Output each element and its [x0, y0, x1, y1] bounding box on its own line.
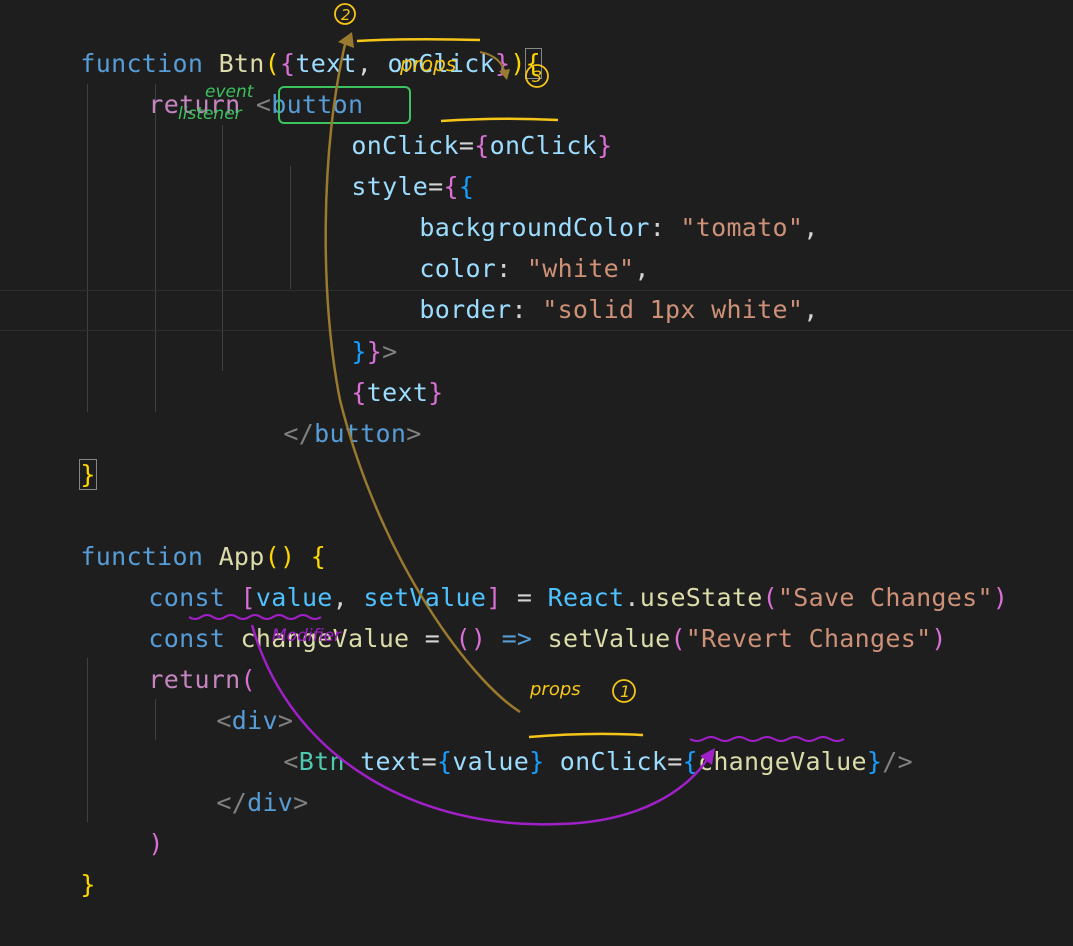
step-2-label: 2: [341, 6, 351, 24]
arrow-props-head: [338, 32, 354, 48]
arrow-props-short-head: [499, 69, 510, 80]
underline-onclick-prop: [528, 732, 644, 739]
highlight-box-event-listener: [278, 86, 411, 124]
label-event: event: [205, 82, 255, 102]
label-listener: listener: [178, 104, 243, 124]
arrow-modifier-head: [700, 748, 715, 765]
step-1-label: 1: [620, 682, 630, 701]
arrow-modifier-flow: [250, 624, 714, 826]
label-modifier: Modifier: [272, 626, 342, 646]
label-props-top: props: [399, 52, 456, 76]
step-3-label: 3: [532, 67, 542, 86]
label-props-bottom: props: [529, 679, 581, 700]
arrow-props-flow: [324, 39, 521, 714]
code-editor[interactable]: function Btn({text, onClick}){ return <b…: [0, 0, 1073, 899]
underline-onclick-param: [356, 37, 481, 43]
underline-onclick-value: [440, 117, 559, 123]
squiggle-changevalue-def: [188, 614, 322, 620]
annotation-overlay: 2 3 1 props props event listener Modifie…: [178, 3, 845, 826]
squiggle-changevalue-use: [689, 736, 845, 742]
